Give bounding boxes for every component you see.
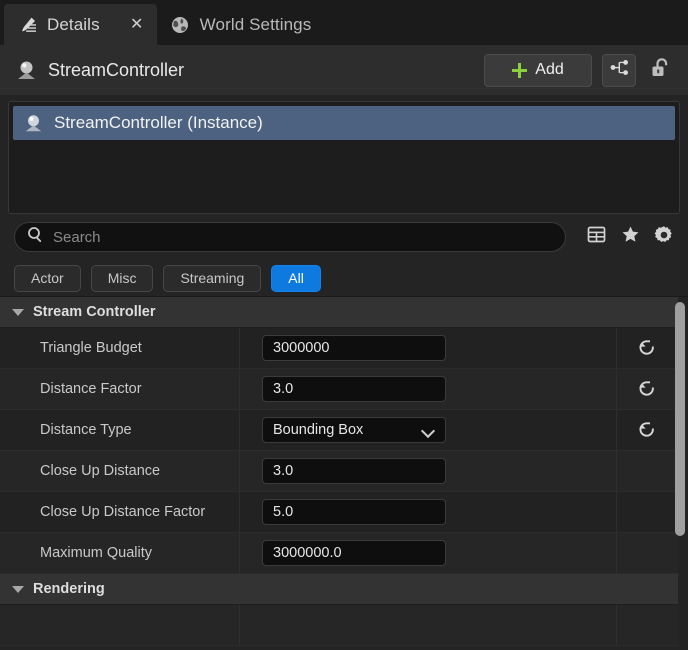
category-header-rendering[interactable]: Rendering (0, 574, 678, 605)
property-value-cell: 3000000 (240, 328, 616, 368)
details-panel: Details ✕ World Settings Stream (0, 0, 688, 650)
unlocked-padlock-icon (650, 57, 670, 84)
table-row: Distance Type Bounding Box (0, 410, 678, 451)
search-input[interactable] (53, 229, 553, 246)
reset-arrow-icon (637, 339, 658, 358)
reset-button[interactable] (616, 410, 678, 450)
reset-placeholder (616, 533, 678, 573)
category-title: Rendering (33, 581, 105, 597)
filter-pill-misc[interactable]: Misc (91, 265, 154, 292)
globe-icon (170, 14, 191, 35)
actor-pawn-icon (14, 58, 38, 82)
list-item-label: StreamController (Instance) (54, 113, 263, 133)
property-label (0, 605, 240, 645)
search-icon (27, 226, 44, 248)
add-button-label: Add (535, 61, 563, 79)
table-row (0, 605, 678, 646)
tab-label: World Settings (200, 15, 312, 35)
property-label: Triangle Budget (0, 328, 240, 368)
add-button[interactable]: Add (484, 54, 592, 87)
vertical-scrollbar[interactable] (674, 299, 686, 650)
distance-type-value: Bounding Box (273, 422, 363, 438)
scrollbar-thumb[interactable] (675, 302, 685, 536)
chevron-down-icon (12, 309, 24, 316)
favorites-button[interactable] (616, 222, 644, 252)
properties-scroll-region: Stream Controller Triangle Budget 300000… (0, 297, 678, 650)
distance-type-dropdown[interactable]: Bounding Box (262, 417, 446, 443)
table-view-button[interactable] (582, 222, 610, 252)
property-value-cell: 3.0 (240, 451, 616, 491)
property-value-cell: 3000000.0 (240, 533, 616, 573)
tab-world-settings[interactable]: World Settings (157, 4, 322, 45)
property-label: Distance Type (0, 410, 240, 450)
reset-arrow-icon (637, 380, 658, 399)
close-up-distance-input[interactable]: 3.0 (262, 458, 446, 484)
hierarchy-button[interactable] (602, 54, 636, 87)
chevron-down-icon (422, 426, 435, 434)
filter-pill-actor[interactable]: Actor (14, 265, 81, 292)
close-up-distance-factor-input[interactable]: 5.0 (262, 499, 446, 525)
property-label: Close Up Distance Factor (0, 492, 240, 532)
gear-icon (654, 225, 674, 250)
maximum-quality-input[interactable]: 3000000.0 (262, 540, 446, 566)
filter-pill-streaming[interactable]: Streaming (163, 265, 261, 292)
table-grid-icon (587, 225, 606, 249)
table-row: Distance Factor 3.0 (0, 369, 678, 410)
property-value-cell (240, 605, 616, 645)
table-row: Close Up Distance Factor 5.0 (0, 492, 678, 533)
tab-bar: Details ✕ World Settings (0, 4, 688, 45)
reset-placeholder (616, 451, 678, 491)
property-value-cell: Bounding Box (240, 410, 616, 450)
filter-pill-row: Actor Misc Streaming All (0, 260, 688, 296)
instance-list: StreamController (Instance) (8, 101, 680, 214)
object-header: StreamController Add (0, 45, 688, 95)
reset-placeholder (616, 605, 678, 645)
reset-placeholder (616, 492, 678, 532)
lock-button[interactable] (646, 55, 674, 85)
property-value-cell: 3.0 (240, 369, 616, 409)
table-row: Maximum Quality 3000000.0 (0, 533, 678, 574)
tab-details[interactable]: Details ✕ (4, 4, 157, 45)
property-label: Distance Factor (0, 369, 240, 409)
category-header-stream-controller[interactable]: Stream Controller (0, 297, 678, 328)
properties-area: Stream Controller Triangle Budget 300000… (0, 296, 688, 650)
property-label: Close Up Distance (0, 451, 240, 491)
search-box[interactable] (14, 222, 566, 252)
settings-button[interactable] (650, 222, 678, 252)
search-row (0, 214, 688, 260)
table-row: Close Up Distance 3.0 (0, 451, 678, 492)
hierarchy-icon (610, 59, 629, 81)
actor-pawn-icon (22, 112, 44, 134)
close-icon[interactable]: ✕ (127, 15, 147, 35)
property-value-cell: 5.0 (240, 492, 616, 532)
filter-pill-all[interactable]: All (271, 265, 321, 292)
reset-arrow-icon (637, 421, 658, 440)
distance-factor-input[interactable]: 3.0 (262, 376, 446, 402)
tab-label: Details (47, 15, 100, 35)
reset-button[interactable] (616, 369, 678, 409)
object-name: StreamController (48, 60, 474, 81)
plus-icon (512, 63, 527, 78)
pencil-icon (17, 14, 38, 35)
reset-button[interactable] (616, 328, 678, 368)
list-item[interactable]: StreamController (Instance) (13, 106, 675, 140)
chevron-down-icon (12, 586, 24, 593)
property-label: Maximum Quality (0, 533, 240, 573)
triangle-budget-input[interactable]: 3000000 (262, 335, 446, 361)
table-row: Triangle Budget 3000000 (0, 328, 678, 369)
category-title: Stream Controller (33, 304, 155, 320)
star-icon (621, 225, 640, 249)
